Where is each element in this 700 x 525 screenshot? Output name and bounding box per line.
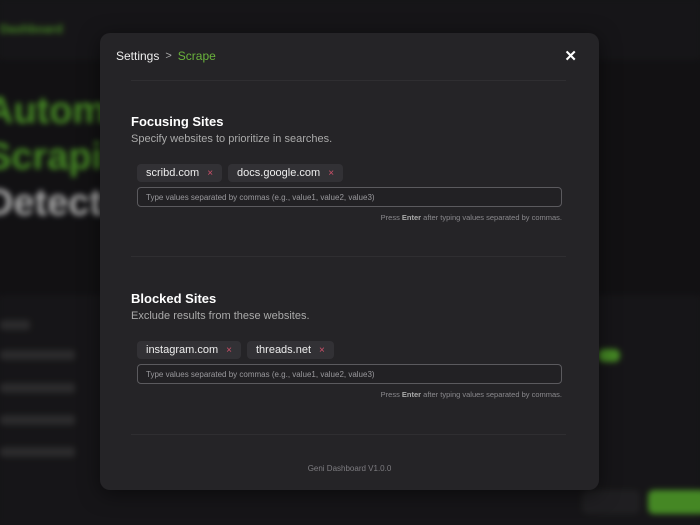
site-chip: instagram.com ×: [137, 341, 241, 359]
site-chip: threads.net ×: [246, 341, 334, 359]
site-chip: docs.google.com ×: [228, 164, 344, 182]
close-icon[interactable]: ✕: [564, 47, 577, 65]
section-title: Blocked Sites: [131, 291, 217, 306]
chevron-right-icon: >: [165, 50, 172, 62]
section-subtitle: Specify websites to prioritize in search…: [131, 133, 333, 145]
blocked-sites-section: Blocked Sites Exclude results from these…: [131, 291, 568, 399]
version-footer: Geni Dashboard V1.0.0: [307, 464, 392, 473]
breadcrumb-scrape: Scrape: [177, 49, 216, 63]
chip-label: instagram.com: [146, 344, 219, 356]
divider: [131, 434, 566, 435]
remove-icon[interactable]: ×: [207, 168, 213, 179]
input-hint: Press Enter after typing values separate…: [380, 390, 562, 399]
breadcrumb-settings[interactable]: Settings: [116, 49, 159, 63]
section-subtitle: Exclude results from these websites.: [131, 310, 310, 322]
focusing-sites-section: Focusing Sites Specify websites to prior…: [131, 114, 568, 222]
remove-icon[interactable]: ×: [319, 345, 325, 356]
chip-label: scribd.com: [146, 167, 200, 179]
divider: [131, 80, 566, 81]
remove-icon[interactable]: ×: [328, 168, 334, 179]
chip-label: threads.net: [255, 344, 312, 356]
chip-label: docs.google.com: [237, 167, 321, 179]
blocked-sites-input[interactable]: [137, 364, 562, 384]
section-title: Focusing Sites: [131, 114, 224, 129]
settings-modal: Settings > Scrape ✕ Focusing Sites Speci…: [100, 33, 599, 490]
focusing-sites-input[interactable]: [137, 187, 562, 207]
divider: [131, 256, 566, 257]
breadcrumb: Settings > Scrape: [116, 49, 216, 63]
input-hint: Press Enter after typing values separate…: [380, 213, 562, 222]
remove-icon[interactable]: ×: [226, 345, 232, 356]
site-chip: scribd.com ×: [137, 164, 223, 182]
